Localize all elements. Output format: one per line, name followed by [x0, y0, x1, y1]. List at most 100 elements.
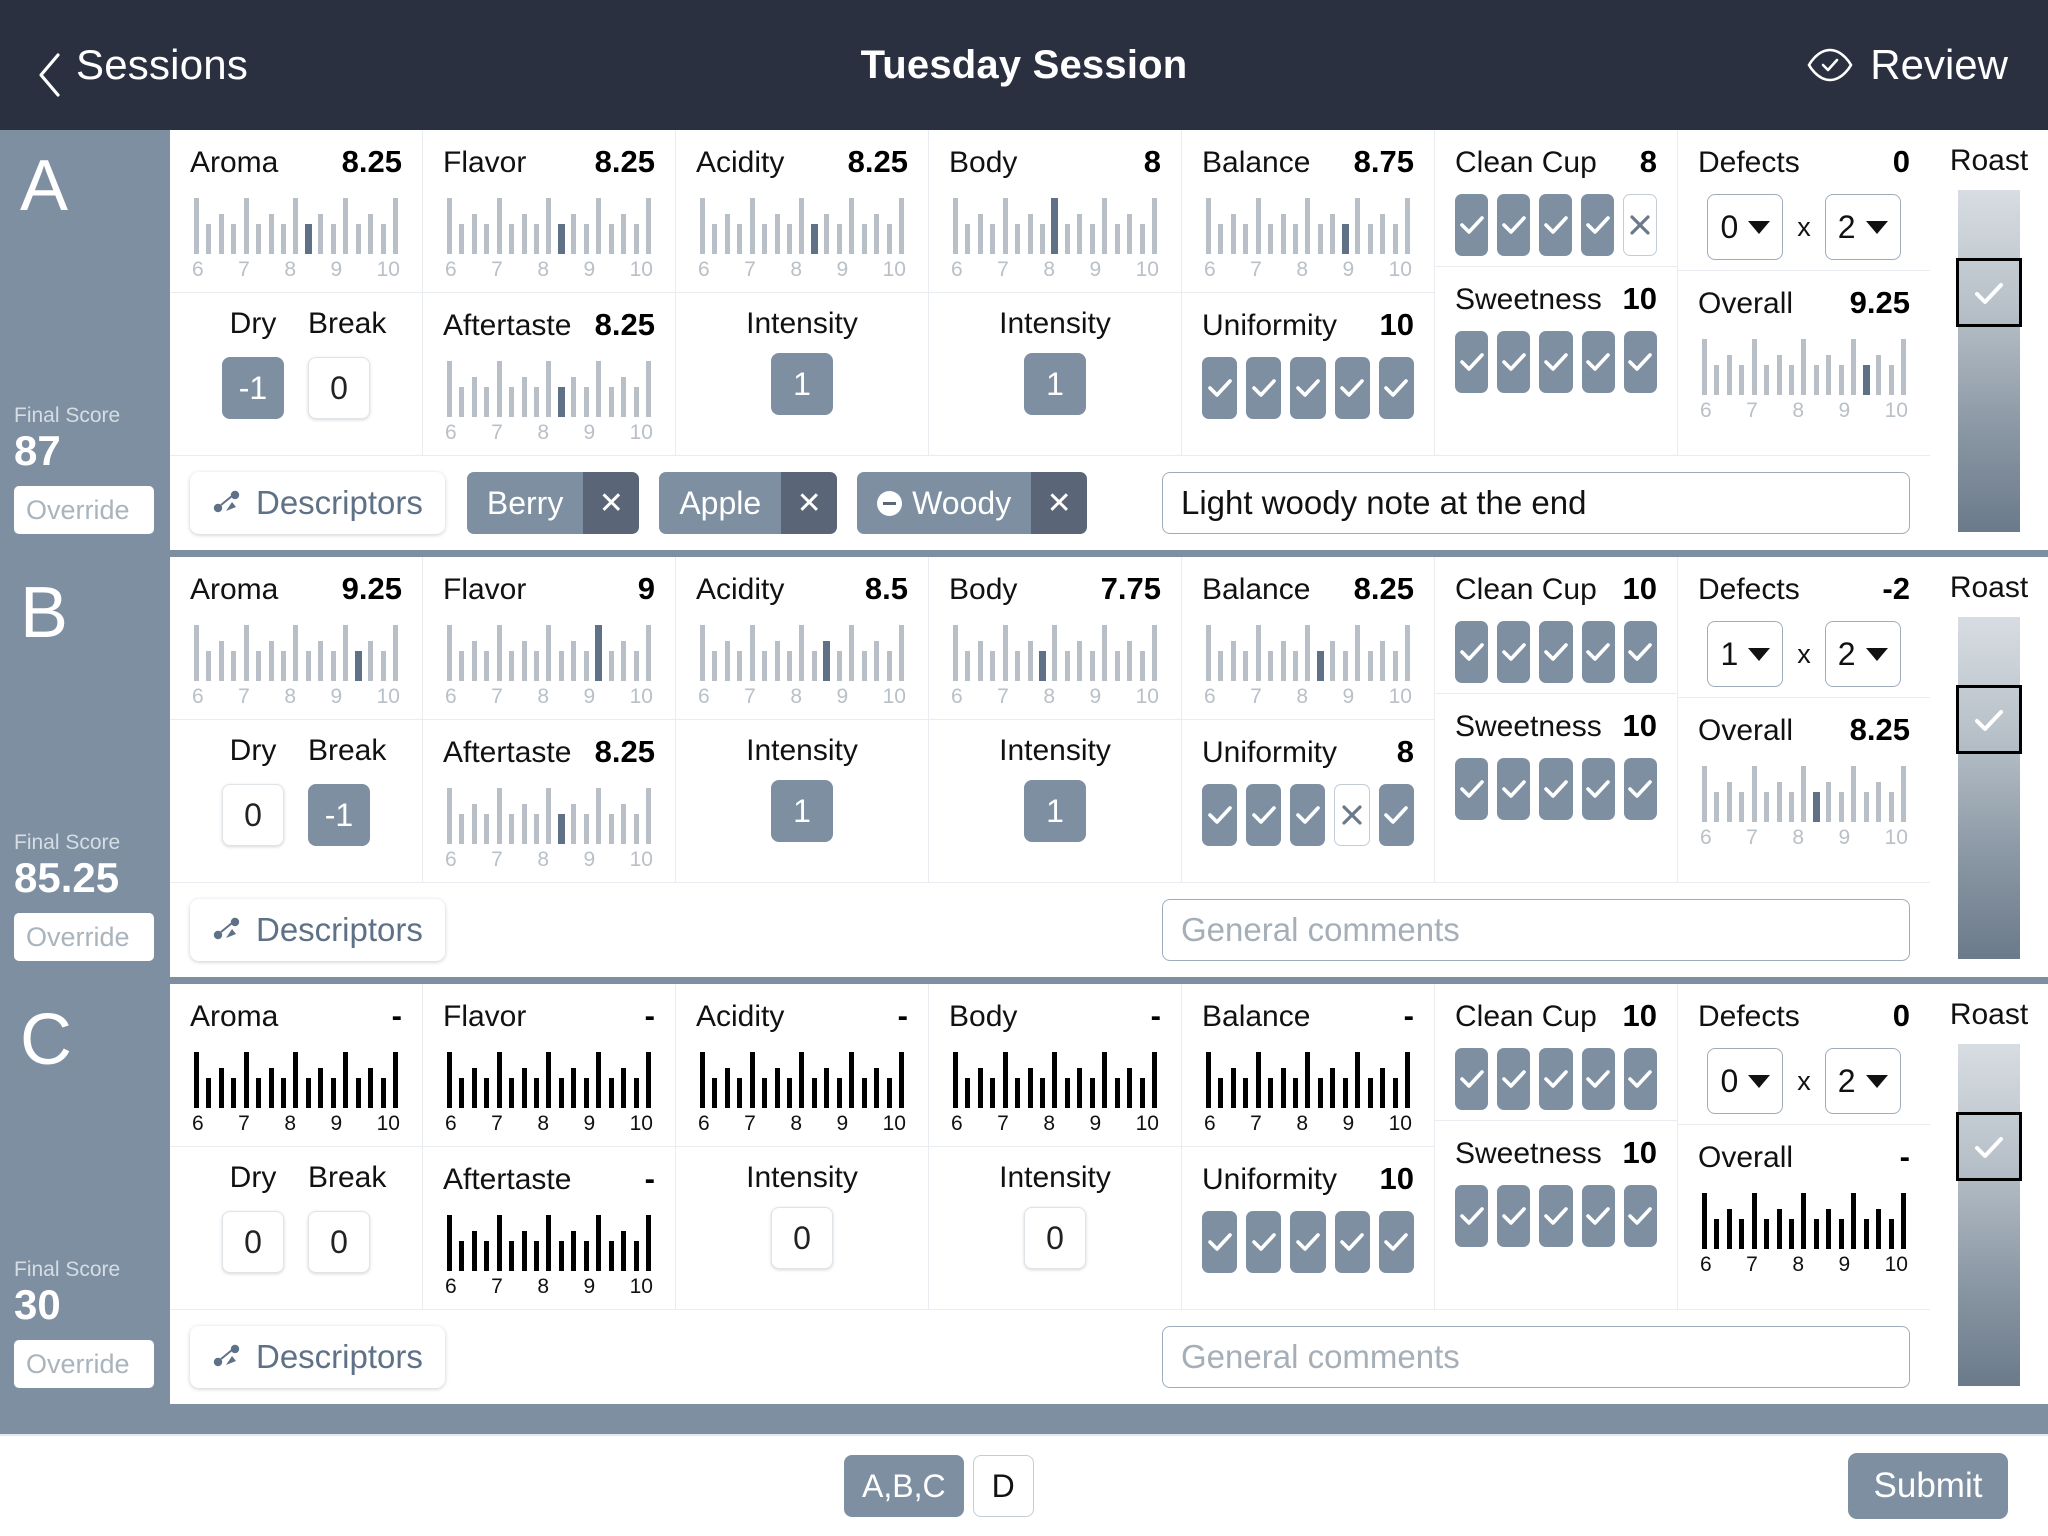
slider-tick[interactable] — [1024, 1046, 1036, 1108]
slider-tick[interactable] — [858, 619, 870, 681]
slider-tick[interactable] — [1698, 333, 1710, 395]
slider-tick[interactable] — [518, 619, 530, 681]
slider-tick[interactable] — [708, 1046, 720, 1108]
slider-tick[interactable] — [858, 1046, 870, 1108]
slider-tick[interactable] — [1136, 192, 1148, 254]
break-button[interactable]: 0 — [308, 1211, 370, 1273]
slider-tick[interactable] — [390, 1046, 402, 1108]
slider-tick[interactable] — [1352, 1046, 1364, 1108]
defect-count-select[interactable]: 0 — [1707, 194, 1784, 260]
uniformity-checkbox[interactable] — [1378, 784, 1415, 846]
slider-tick[interactable] — [505, 355, 517, 417]
slider-tick[interactable] — [796, 619, 808, 681]
slider-tick[interactable] — [949, 619, 961, 681]
slider-tick[interactable] — [733, 619, 745, 681]
slider-tick[interactable] — [1377, 192, 1389, 254]
slider-tick[interactable] — [365, 619, 377, 681]
slider-tick[interactable] — [202, 619, 214, 681]
slider-tick[interactable] — [630, 355, 642, 417]
slider-tick[interactable] — [543, 782, 555, 844]
slider-tick[interactable] — [493, 1209, 505, 1271]
roast-scale[interactable] — [1956, 1044, 2022, 1386]
slider-tick[interactable] — [1364, 1046, 1376, 1108]
slider-tick[interactable] — [1873, 333, 1885, 395]
slider-tick[interactable] — [580, 1209, 592, 1271]
slider-tick[interactable] — [518, 192, 530, 254]
slider-tick[interactable] — [630, 619, 642, 681]
break-button[interactable]: 0 — [308, 357, 370, 419]
slider-tick[interactable] — [1798, 760, 1810, 822]
slider-tick[interactable] — [265, 192, 277, 254]
slider-tick[interactable] — [949, 192, 961, 254]
slider-tick[interactable] — [721, 192, 733, 254]
slider-tick[interactable] — [1239, 192, 1251, 254]
slider-tick[interactable] — [593, 619, 605, 681]
slider-tick[interactable] — [518, 355, 530, 417]
slider-tick[interactable] — [580, 192, 592, 254]
slider-tick[interactable] — [618, 619, 630, 681]
break-button[interactable]: -1 — [308, 784, 370, 846]
slider-tick[interactable] — [1049, 1046, 1061, 1108]
body-slider[interactable] — [949, 1046, 1161, 1108]
slider-tick[interactable] — [643, 1046, 655, 1108]
aftertaste-slider[interactable] — [443, 355, 655, 417]
slider-tick[interactable] — [643, 782, 655, 844]
slider-tick[interactable] — [580, 355, 592, 417]
sample-group-option[interactable]: D — [972, 1455, 1034, 1517]
descriptors-button[interactable]: Descriptors — [190, 899, 445, 961]
slider-tick[interactable] — [480, 1209, 492, 1271]
comment-input[interactable]: General comments — [1162, 899, 1910, 961]
slider-tick[interactable] — [530, 355, 542, 417]
clean-cup-checkbox[interactable] — [1455, 1048, 1489, 1110]
slider-tick[interactable] — [949, 1046, 961, 1108]
slider-tick[interactable] — [643, 355, 655, 417]
slider-tick[interactable] — [1835, 1187, 1847, 1249]
slider-tick[interactable] — [1327, 1046, 1339, 1108]
slider-tick[interactable] — [1302, 619, 1314, 681]
comment-input[interactable]: General comments — [1162, 1326, 1910, 1388]
slider-tick[interactable] — [1710, 760, 1722, 822]
slider-tick[interactable] — [315, 1046, 327, 1108]
slider-tick[interactable] — [543, 192, 555, 254]
slider-tick[interactable] — [1074, 1046, 1086, 1108]
slider-tick[interactable] — [202, 1046, 214, 1108]
slider-tick[interactable] — [480, 782, 492, 844]
slider-tick[interactable] — [1823, 1187, 1835, 1249]
uniformity-checkbox[interactable] — [1378, 357, 1415, 419]
slider-tick[interactable] — [377, 1046, 389, 1108]
slider-tick[interactable] — [593, 1209, 605, 1271]
slider-tick[interactable] — [858, 192, 870, 254]
slider-tick[interactable] — [1760, 333, 1772, 395]
sweetness-checkbox[interactable] — [1581, 1185, 1615, 1247]
descriptor-tag[interactable]: Berry ✕ — [466, 472, 640, 534]
slider-tick[interactable] — [480, 355, 492, 417]
slider-tick[interactable] — [1111, 1046, 1123, 1108]
slider-tick[interactable] — [1364, 192, 1376, 254]
slider-tick[interactable] — [455, 1209, 467, 1271]
slider-tick[interactable] — [352, 192, 364, 254]
remove-descriptor-icon[interactable]: ✕ — [1031, 472, 1088, 534]
slider-tick[interactable] — [846, 619, 858, 681]
slider-tick[interactable] — [530, 1046, 542, 1108]
slider-tick[interactable] — [1011, 192, 1023, 254]
slider-tick[interactable] — [215, 1046, 227, 1108]
slider-tick[interactable] — [1860, 1187, 1872, 1249]
slider-tick[interactable] — [821, 192, 833, 254]
comment-input[interactable]: Light woody note at the end — [1162, 472, 1910, 534]
slider-tick[interactable] — [896, 192, 908, 254]
slider-tick[interactable] — [1049, 192, 1061, 254]
overall-slider[interactable] — [1698, 333, 1910, 395]
slider-tick[interactable] — [1314, 1046, 1326, 1108]
sweetness-checkbox[interactable] — [1581, 758, 1615, 820]
acidity-slider[interactable] — [696, 1046, 908, 1108]
slider-tick[interactable] — [1136, 619, 1148, 681]
slider-tick[interactable] — [505, 619, 517, 681]
clean-cup-checkbox[interactable] — [1581, 1048, 1615, 1110]
slider-tick[interactable] — [1735, 760, 1747, 822]
slider-tick[interactable] — [377, 619, 389, 681]
slider-tick[interactable] — [1214, 1046, 1226, 1108]
aftertaste-slider[interactable] — [443, 1209, 655, 1271]
slider-tick[interactable] — [252, 1046, 264, 1108]
uniformity-checkbox[interactable] — [1290, 357, 1326, 419]
slider-tick[interactable] — [896, 1046, 908, 1108]
